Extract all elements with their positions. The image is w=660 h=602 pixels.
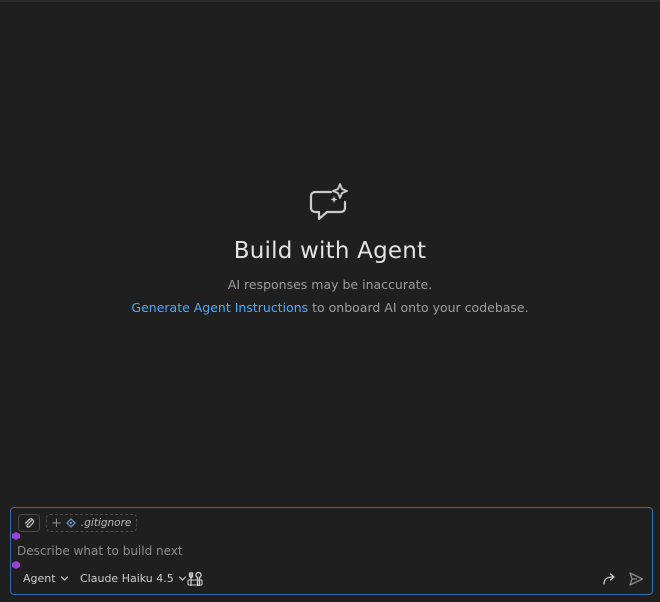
add-context-icon[interactable]: + (51, 517, 62, 530)
model-picker[interactable]: Claude Haiku 4.5 (80, 572, 187, 585)
chevron-down-icon (60, 576, 68, 581)
disclaimer-text: AI responses may be inaccurate. (227, 277, 433, 292)
top-divider (0, 0, 660, 2)
forward-arrow-icon[interactable] (602, 571, 618, 587)
instructions-suffix: to onboard AI onto your codebase. (308, 300, 529, 315)
model-label: Claude Haiku 4.5 (80, 572, 174, 585)
context-file-chip[interactable]: + .gitignore (46, 514, 138, 532)
marker-icon (12, 561, 20, 569)
chat-prompt-input[interactable] (17, 542, 577, 560)
tools-icon[interactable] (187, 571, 203, 587)
send-icon[interactable] (628, 571, 644, 587)
mode-label: Agent (23, 572, 56, 585)
chat-input-box[interactable]: + .gitignore Agent Claude Haiku 4.5 (10, 507, 653, 595)
welcome-panel: Build with Agent AI responses may be ina… (0, 180, 660, 315)
chat-sparkle-icon (309, 183, 348, 221)
context-file-name: .gitignore (80, 517, 132, 529)
instructions-line: Generate Agent Instructions to onboard A… (0, 300, 660, 315)
welcome-title: Build with Agent (233, 238, 427, 264)
attach-button[interactable] (18, 514, 40, 532)
file-diamond-icon (65, 518, 76, 528)
chevron-down-icon (178, 576, 186, 581)
mode-picker[interactable]: Agent (23, 572, 69, 585)
marker-icon (12, 532, 20, 540)
paperclip-icon (25, 518, 35, 528)
generate-instructions-link[interactable]: Generate Agent Instructions (131, 300, 308, 315)
